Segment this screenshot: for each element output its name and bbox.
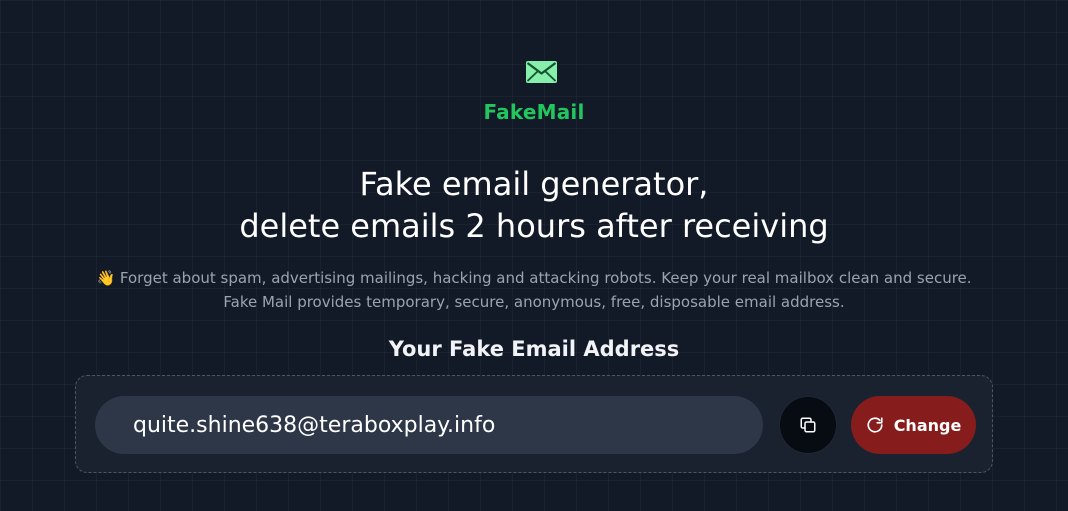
copy-button[interactable]: [779, 396, 837, 454]
copy-icon: [800, 417, 816, 433]
page-title-line-2: delete emails 2 hours after receiving: [239, 207, 829, 245]
brand-name[interactable]: FakeMail: [0, 100, 1068, 124]
email-section-title: Your Fake Email Address: [388, 337, 680, 361]
page-title: Fake email generator, delete emails 2 ho…: [0, 163, 1068, 247]
change-button-label: Change: [893, 415, 962, 435]
email-address-field[interactable]: quite.shine638@teraboxplay.info: [95, 396, 763, 454]
page-title-line-1: Fake email generator,: [359, 165, 709, 203]
envelope-icon: [526, 61, 557, 83]
intro-text: 👋 Forget about spam, advertising mailing…: [84, 266, 984, 314]
email-address-value[interactable]: quite.shine638@teraboxplay.info: [133, 413, 495, 438]
refresh-icon: [867, 417, 883, 433]
intro-description: Forget about spam, advertising mailings,…: [119, 269, 972, 311]
waving-hand-icon: 👋: [96, 269, 116, 287]
change-button[interactable]: Change: [851, 396, 976, 454]
email-address-panel: quite.shine638@teraboxplay.info Change: [75, 375, 993, 473]
